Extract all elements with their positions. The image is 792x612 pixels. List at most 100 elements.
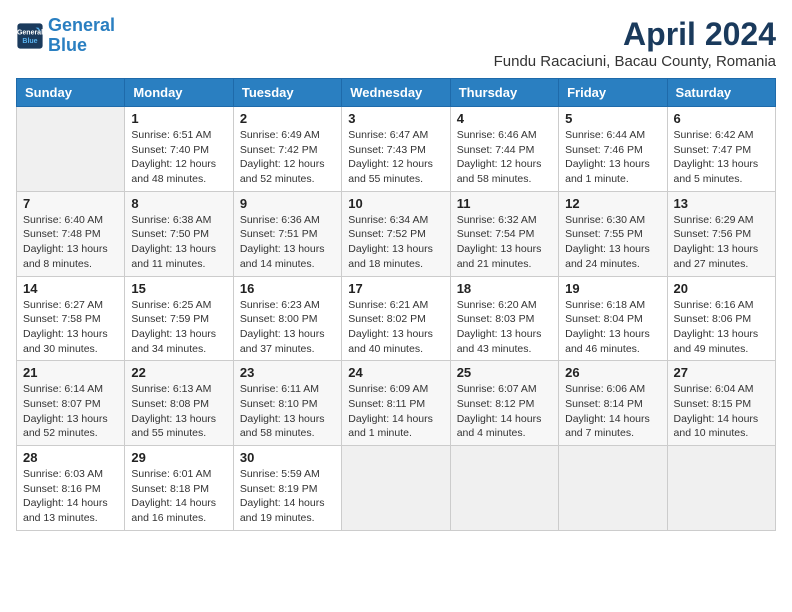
calendar-cell: 27 Sunrise: 6:04 AM Sunset: 8:15 PM Dayli…	[667, 361, 775, 446]
day-info: Sunrise: 6:42 AM Sunset: 7:47 PM Dayligh…	[674, 128, 769, 187]
calendar-body: 1Sunrise: 6:51 AM Sunset: 7:40 PM Daylig…	[17, 107, 776, 531]
day-number: 23	[240, 365, 335, 380]
logo: General Blue GeneralBlue	[16, 16, 115, 56]
day-number: 13	[674, 196, 769, 211]
calendar-week-row: 28 Sunrise: 6:03 AM Sunset: 8:16 PM Dayli…	[17, 446, 776, 531]
day-info: Sunrise: 6:25 AM Sunset: 7:59 PM Dayligh…	[131, 298, 226, 357]
calendar-cell: 11 Sunrise: 6:32 AM Sunset: 7:54 PM Dayli…	[450, 191, 558, 276]
calendar-cell: 8 Sunrise: 6:38 AM Sunset: 7:50 PM Daylig…	[125, 191, 233, 276]
day-info: Sunrise: 6:27 AM Sunset: 7:58 PM Dayligh…	[23, 298, 118, 357]
calendar-cell: 22 Sunrise: 6:13 AM Sunset: 8:08 PM Dayli…	[125, 361, 233, 446]
day-number: 2	[240, 111, 335, 126]
calendar-cell: 5Sunrise: 6:44 AM Sunset: 7:46 PM Daylig…	[559, 107, 667, 192]
day-number: 25	[457, 365, 552, 380]
calendar-cell	[667, 446, 775, 531]
day-info: Sunrise: 6:36 AM Sunset: 7:51 PM Dayligh…	[240, 213, 335, 272]
calendar-cell: 3 Sunrise: 6:47 AM Sunset: 7:43 PM Daylig…	[342, 107, 450, 192]
day-number: 11	[457, 196, 552, 211]
day-info: Sunrise: 6:07 AM Sunset: 8:12 PM Dayligh…	[457, 382, 552, 441]
day-number: 15	[131, 281, 226, 296]
day-info: Sunrise: 6:04 AM Sunset: 8:15 PM Dayligh…	[674, 382, 769, 441]
day-number: 17	[348, 281, 443, 296]
day-number: 29	[131, 450, 226, 465]
day-number: 28	[23, 450, 118, 465]
day-number: 10	[348, 196, 443, 211]
calendar-week-row: 7Sunrise: 6:40 AM Sunset: 7:48 PM Daylig…	[17, 191, 776, 276]
weekday-header: Thursday	[450, 79, 558, 107]
calendar-cell: 30 Sunrise: 5:59 AM Sunset: 8:19 PM Dayli…	[233, 446, 341, 531]
day-info: Sunrise: 6:03 AM Sunset: 8:16 PM Dayligh…	[23, 467, 118, 526]
day-number: 27	[674, 365, 769, 380]
calendar-cell: 21Sunrise: 6:14 AM Sunset: 8:07 PM Dayli…	[17, 361, 125, 446]
day-number: 30	[240, 450, 335, 465]
day-info: Sunrise: 6:38 AM Sunset: 7:50 PM Dayligh…	[131, 213, 226, 272]
header-row: SundayMondayTuesdayWednesdayThursdayFrid…	[17, 79, 776, 107]
calendar-cell: 24 Sunrise: 6:09 AM Sunset: 8:11 PM Dayli…	[342, 361, 450, 446]
day-info: Sunrise: 5:59 AM Sunset: 8:19 PM Dayligh…	[240, 467, 335, 526]
day-number: 14	[23, 281, 118, 296]
calendar-cell: 12 Sunrise: 6:30 AM Sunset: 7:55 PM Dayli…	[559, 191, 667, 276]
day-info: Sunrise: 6:13 AM Sunset: 8:08 PM Dayligh…	[131, 382, 226, 441]
weekday-header: Monday	[125, 79, 233, 107]
location: Fundu Racaciuni, Bacau County, Romania	[494, 53, 776, 70]
calendar-cell: 26Sunrise: 6:06 AM Sunset: 8:14 PM Dayli…	[559, 361, 667, 446]
day-info: Sunrise: 6:44 AM Sunset: 7:46 PM Dayligh…	[565, 128, 660, 187]
weekday-header: Sunday	[17, 79, 125, 107]
day-info: Sunrise: 6:23 AM Sunset: 8:00 PM Dayligh…	[240, 298, 335, 357]
calendar-cell: 9 Sunrise: 6:36 AM Sunset: 7:51 PM Daylig…	[233, 191, 341, 276]
day-number: 12	[565, 196, 660, 211]
day-number: 7	[23, 196, 118, 211]
svg-text:General: General	[17, 29, 43, 36]
weekday-header: Friday	[559, 79, 667, 107]
calendar-cell: 18 Sunrise: 6:20 AM Sunset: 8:03 PM Dayli…	[450, 276, 558, 361]
day-number: 22	[131, 365, 226, 380]
calendar-cell: 13 Sunrise: 6:29 AM Sunset: 7:56 PM Dayli…	[667, 191, 775, 276]
title-block: April 2024 Fundu Racaciuni, Bacau County…	[494, 16, 776, 70]
day-info: Sunrise: 6:47 AM Sunset: 7:43 PM Dayligh…	[348, 128, 443, 187]
calendar-cell: 15 Sunrise: 6:25 AM Sunset: 7:59 PM Dayli…	[125, 276, 233, 361]
day-info: Sunrise: 6:46 AM Sunset: 7:44 PM Dayligh…	[457, 128, 552, 187]
calendar-cell: 6 Sunrise: 6:42 AM Sunset: 7:47 PM Daylig…	[667, 107, 775, 192]
svg-text:Blue: Blue	[22, 38, 37, 45]
calendar-header: SundayMondayTuesdayWednesdayThursdayFrid…	[17, 79, 776, 107]
day-number: 3	[348, 111, 443, 126]
day-number: 24	[348, 365, 443, 380]
page-header: General Blue GeneralBlue April 2024 Fund…	[16, 16, 776, 70]
calendar-cell: 17 Sunrise: 6:21 AM Sunset: 8:02 PM Dayli…	[342, 276, 450, 361]
day-info: Sunrise: 6:49 AM Sunset: 7:42 PM Dayligh…	[240, 128, 335, 187]
calendar-cell: 20Sunrise: 6:16 AM Sunset: 8:06 PM Dayli…	[667, 276, 775, 361]
day-info: Sunrise: 6:32 AM Sunset: 7:54 PM Dayligh…	[457, 213, 552, 272]
calendar-cell: 7Sunrise: 6:40 AM Sunset: 7:48 PM Daylig…	[17, 191, 125, 276]
day-number: 16	[240, 281, 335, 296]
day-info: Sunrise: 6:09 AM Sunset: 8:11 PM Dayligh…	[348, 382, 443, 441]
day-info: Sunrise: 6:16 AM Sunset: 8:06 PM Dayligh…	[674, 298, 769, 357]
calendar-cell: 14 Sunrise: 6:27 AM Sunset: 7:58 PM Dayli…	[17, 276, 125, 361]
calendar-cell: 25 Sunrise: 6:07 AM Sunset: 8:12 PM Dayli…	[450, 361, 558, 446]
month-title: April 2024	[494, 16, 776, 53]
day-number: 8	[131, 196, 226, 211]
day-info: Sunrise: 6:29 AM Sunset: 7:56 PM Dayligh…	[674, 213, 769, 272]
day-number: 18	[457, 281, 552, 296]
day-info: Sunrise: 6:21 AM Sunset: 8:02 PM Dayligh…	[348, 298, 443, 357]
calendar-cell: 23 Sunrise: 6:11 AM Sunset: 8:10 PM Dayli…	[233, 361, 341, 446]
calendar-cell: 28 Sunrise: 6:03 AM Sunset: 8:16 PM Dayli…	[17, 446, 125, 531]
calendar-cell: 4 Sunrise: 6:46 AM Sunset: 7:44 PM Daylig…	[450, 107, 558, 192]
day-info: Sunrise: 6:20 AM Sunset: 8:03 PM Dayligh…	[457, 298, 552, 357]
weekday-header: Saturday	[667, 79, 775, 107]
day-number: 4	[457, 111, 552, 126]
logo-icon: General Blue	[16, 22, 44, 50]
calendar-week-row: 1Sunrise: 6:51 AM Sunset: 7:40 PM Daylig…	[17, 107, 776, 192]
day-info: Sunrise: 6:01 AM Sunset: 8:18 PM Dayligh…	[131, 467, 226, 526]
calendar-week-row: 21Sunrise: 6:14 AM Sunset: 8:07 PM Dayli…	[17, 361, 776, 446]
day-info: Sunrise: 6:06 AM Sunset: 8:14 PM Dayligh…	[565, 382, 660, 441]
day-number: 9	[240, 196, 335, 211]
day-number: 1	[131, 111, 226, 126]
calendar-cell	[559, 446, 667, 531]
day-number: 6	[674, 111, 769, 126]
logo-text: GeneralBlue	[48, 16, 115, 56]
day-info: Sunrise: 6:30 AM Sunset: 7:55 PM Dayligh…	[565, 213, 660, 272]
calendar-cell	[342, 446, 450, 531]
weekday-header: Wednesday	[342, 79, 450, 107]
calendar-cell: 29 Sunrise: 6:01 AM Sunset: 8:18 PM Dayli…	[125, 446, 233, 531]
day-info: Sunrise: 6:11 AM Sunset: 8:10 PM Dayligh…	[240, 382, 335, 441]
